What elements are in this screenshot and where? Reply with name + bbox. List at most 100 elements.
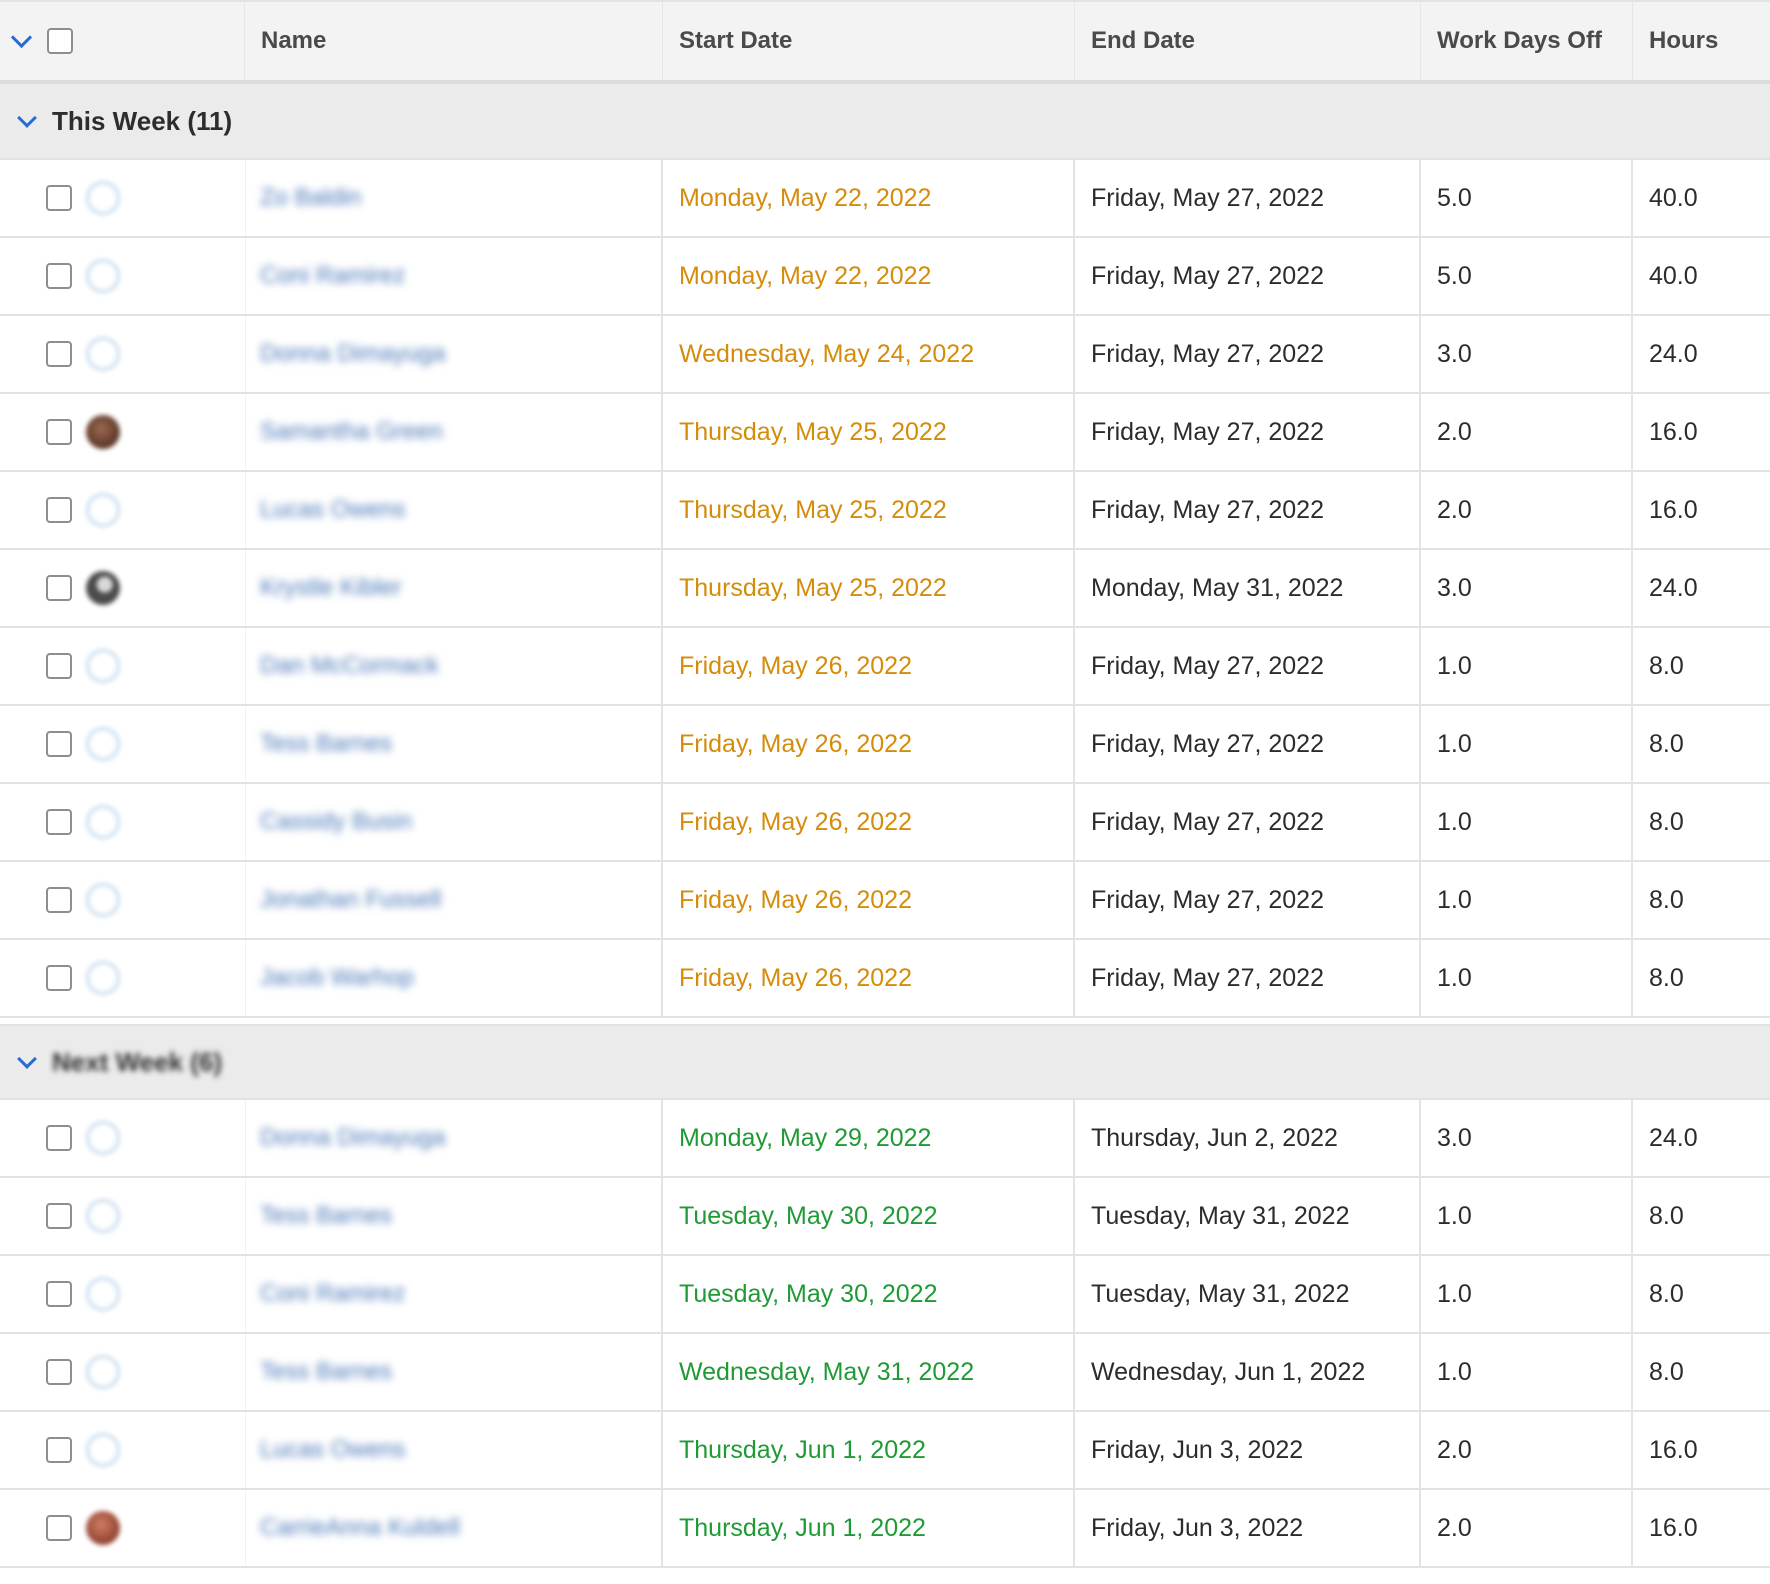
time-off-table: Name Start Date End Date Work Days Off H…: [0, 0, 1770, 1568]
person-name-link[interactable]: Coni Ramirez: [260, 1280, 405, 1308]
select-all-checkbox[interactable]: [47, 28, 73, 54]
column-header-end-date[interactable]: End Date: [1075, 2, 1421, 80]
end-date-cell: Friday, May 27, 2022: [1075, 706, 1421, 782]
table-row[interactable]: Krystle Kibler Thursday, May 25, 2022 Mond…: [0, 550, 1770, 628]
user-placeholder-icon: [86, 337, 120, 371]
hours-cell: 40.0: [1649, 183, 1698, 212]
person-name-link[interactable]: Jacob Warhop: [260, 964, 414, 992]
person-name-link[interactable]: Donna Dimayuga: [260, 1124, 445, 1152]
person-name-link[interactable]: Zo Baldin: [260, 184, 361, 212]
user-placeholder-icon: [86, 883, 120, 917]
row-checkbox[interactable]: [46, 419, 72, 445]
end-date-cell: Friday, May 27, 2022: [1075, 238, 1421, 314]
table-row[interactable]: Coni Ramirez Tuesday, May 30, 2022 Tuesday…: [0, 1256, 1770, 1334]
column-header-work-days-off[interactable]: Work Days Off: [1421, 2, 1633, 80]
row-select-cell: [0, 1490, 245, 1566]
row-checkbox[interactable]: [46, 1125, 72, 1151]
work-days-off-cell: 1.0: [1421, 784, 1633, 860]
row-checkbox[interactable]: [46, 1281, 72, 1307]
row-select-cell: [0, 1334, 245, 1410]
person-name-link[interactable]: Coni Ramirez: [260, 262, 405, 290]
person-name-link[interactable]: Krystle Kibler: [260, 574, 401, 602]
row-checkbox[interactable]: [46, 1515, 72, 1541]
chevron-down-icon[interactable]: [17, 107, 37, 128]
hours-cell: 16.0: [1649, 495, 1698, 524]
end-date-cell: Friday, May 27, 2022: [1075, 862, 1421, 938]
person-name-link[interactable]: Tess Barnes: [260, 730, 392, 758]
person-name-link[interactable]: CarrieAnna Kuldell: [260, 1514, 460, 1542]
row-select-cell: [0, 238, 245, 314]
person-name-link[interactable]: Dan McCormack: [260, 652, 439, 680]
hours-cell: 24.0: [1649, 339, 1698, 368]
person-name-link[interactable]: Lucas Owens: [260, 496, 405, 524]
column-header-hours[interactable]: Hours: [1633, 2, 1770, 80]
hours-cell: 24.0: [1649, 1123, 1698, 1152]
table-row[interactable]: Cassidy Busin Friday, May 26, 2022 Friday,…: [0, 784, 1770, 862]
start-date-cell: Tuesday, May 30, 2022: [663, 1256, 1075, 1332]
user-placeholder-icon: [86, 181, 120, 215]
table-row[interactable]: Jacob Warhop Friday, May 26, 2022 Friday, …: [0, 940, 1770, 1018]
person-name-link[interactable]: Donna Dimayuga: [260, 340, 445, 368]
table-row[interactable]: Samantha Green Thursday, May 25, 2022 Frid…: [0, 394, 1770, 472]
hours-cell: 8.0: [1649, 1357, 1684, 1386]
row-checkbox[interactable]: [46, 575, 72, 601]
table-row[interactable]: CarrieAnna Kuldell Thursday, Jun 1, 2022 F…: [0, 1490, 1770, 1568]
hours-cell: 8.0: [1649, 1201, 1684, 1230]
row-checkbox[interactable]: [46, 1437, 72, 1463]
table-row[interactable]: Tess Barnes Wednesday, May 31, 2022 Wednes…: [0, 1334, 1770, 1412]
row-checkbox[interactable]: [46, 887, 72, 913]
work-days-off-cell: 3.0: [1421, 550, 1633, 626]
work-days-off-cell: 1.0: [1421, 1178, 1633, 1254]
table-row[interactable]: Tess Barnes Friday, May 26, 2022 Friday, M…: [0, 706, 1770, 784]
group-label: This Week (11): [52, 105, 233, 136]
name-cell: Samantha Green: [245, 394, 663, 470]
row-checkbox[interactable]: [46, 185, 72, 211]
column-header-name[interactable]: Name: [245, 2, 663, 80]
work-days-off-cell: 1.0: [1421, 862, 1633, 938]
table-row[interactable]: Coni Ramirez Monday, May 22, 2022 Friday, …: [0, 238, 1770, 316]
row-select-cell: [0, 628, 245, 704]
end-date-cell: Tuesday, May 31, 2022: [1075, 1256, 1421, 1332]
row-checkbox[interactable]: [46, 1359, 72, 1385]
column-header-start-date[interactable]: Start Date: [663, 2, 1075, 80]
user-placeholder-icon: [86, 1277, 120, 1311]
start-date-cell: Thursday, Jun 1, 2022: [663, 1412, 1075, 1488]
person-name-link[interactable]: Tess Barnes: [260, 1202, 392, 1230]
header-select-cell: [0, 2, 245, 80]
end-date-cell: Thursday, Jun 2, 2022: [1075, 1100, 1421, 1176]
table-row[interactable]: Donna Dimayuga Monday, May 29, 2022 Thursd…: [0, 1100, 1770, 1178]
row-checkbox[interactable]: [46, 263, 72, 289]
start-date-cell: Monday, May 22, 2022: [663, 238, 1075, 314]
start-date-cell: Friday, May 26, 2022: [663, 862, 1075, 938]
table-row[interactable]: Lucas Owens Thursday, May 25, 2022 Friday,…: [0, 472, 1770, 550]
row-checkbox[interactable]: [46, 653, 72, 679]
chevron-down-icon[interactable]: [10, 26, 33, 48]
row-checkbox[interactable]: [46, 809, 72, 835]
chevron-down-icon[interactable]: [17, 1048, 37, 1069]
row-checkbox[interactable]: [46, 497, 72, 523]
user-placeholder-icon: [86, 1355, 120, 1389]
table-row[interactable]: Jonathan Fussell Friday, May 26, 2022 Frid…: [0, 862, 1770, 940]
person-name-link[interactable]: Cassidy Busin: [260, 808, 412, 836]
table-row[interactable]: Zo Baldin Monday, May 22, 2022 Friday, May…: [0, 160, 1770, 238]
name-cell: Zo Baldin: [245, 160, 663, 236]
group-header[interactable]: Next Week (6): [0, 1024, 1770, 1100]
end-date-cell: Friday, May 27, 2022: [1075, 784, 1421, 860]
table-row[interactable]: Dan McCormack Friday, May 26, 2022 Friday,…: [0, 628, 1770, 706]
name-cell: Lucas Owens: [245, 1412, 663, 1488]
hours-cell: 16.0: [1649, 1435, 1698, 1464]
person-name-link[interactable]: Jonathan Fussell: [260, 886, 441, 914]
person-name-link[interactable]: Samantha Green: [260, 418, 443, 446]
table-row[interactable]: Donna Dimayuga Wednesday, May 24, 2022 Fri…: [0, 316, 1770, 394]
row-checkbox[interactable]: [46, 731, 72, 757]
table-row[interactable]: Tess Barnes Tuesday, May 30, 2022 Tuesday,…: [0, 1178, 1770, 1256]
row-checkbox[interactable]: [46, 965, 72, 991]
name-cell: Donna Dimayuga: [245, 1100, 663, 1176]
table-row[interactable]: Lucas Owens Thursday, Jun 1, 2022 Friday, …: [0, 1412, 1770, 1490]
row-checkbox[interactable]: [46, 1203, 72, 1229]
row-select-cell: [0, 472, 245, 548]
row-checkbox[interactable]: [46, 341, 72, 367]
person-name-link[interactable]: Lucas Owens: [260, 1436, 405, 1464]
person-name-link[interactable]: Tess Barnes: [260, 1358, 392, 1386]
group-header[interactable]: This Week (11): [0, 84, 1770, 160]
